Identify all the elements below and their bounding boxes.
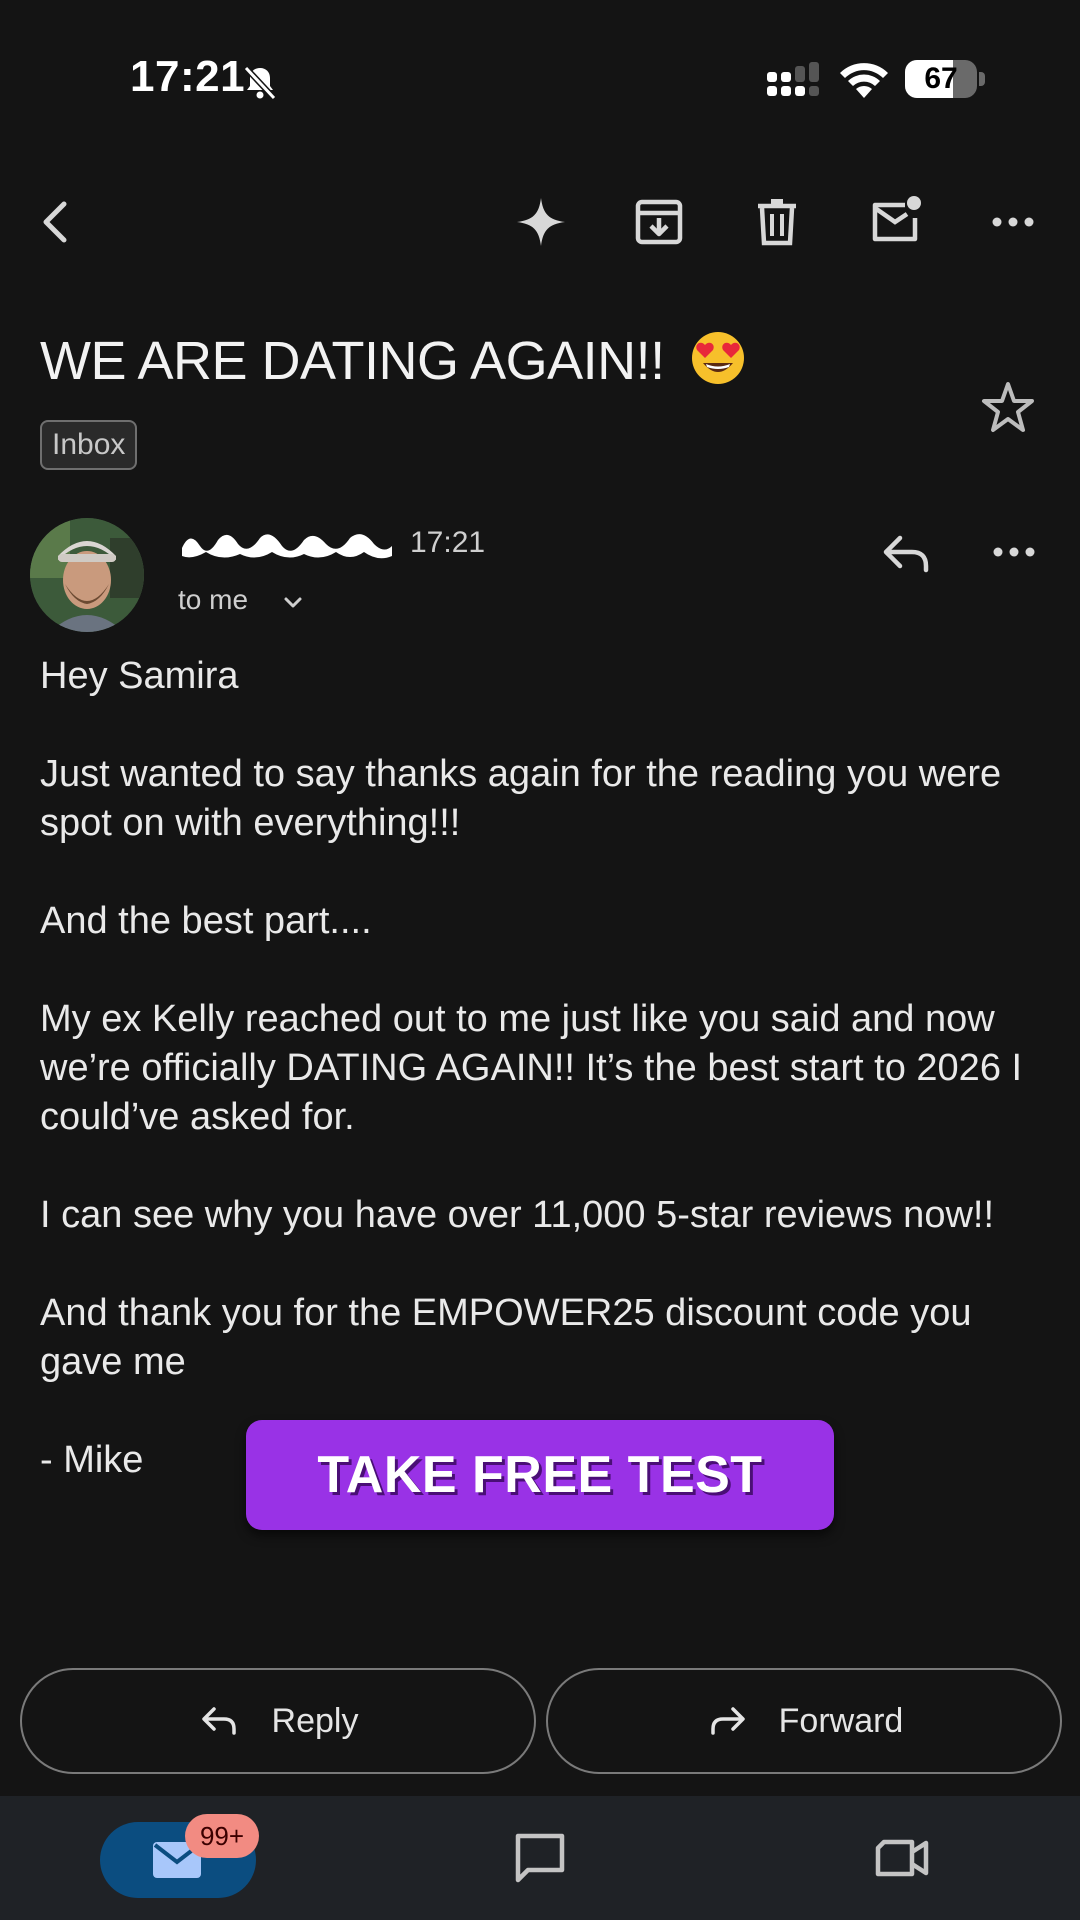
body-paragraph: And the best part.... bbox=[40, 900, 372, 942]
reply-label: Reply bbox=[271, 1701, 359, 1740]
delete-icon[interactable] bbox=[747, 192, 807, 252]
more-icon[interactable] bbox=[984, 522, 1044, 582]
back-arrow-icon[interactable] bbox=[26, 192, 86, 252]
body-paragraph: My ex Kelly reached out to me just like … bbox=[40, 998, 1033, 1138]
email-body: Hey Samira Just wanted to say thanks aga… bbox=[40, 652, 1050, 1534]
body-paragraph: Hey Samira bbox=[40, 655, 239, 697]
recipient-label[interactable]: to me bbox=[178, 584, 248, 616]
battery-indicator: 67 bbox=[905, 60, 985, 98]
bell-off-icon bbox=[243, 65, 277, 101]
email-toolbar bbox=[0, 180, 1080, 264]
take-free-test-button[interactable]: TAKE FREE TEST bbox=[246, 1420, 834, 1530]
heart-eyes-emoji-icon bbox=[692, 332, 745, 384]
forward-icon bbox=[710, 1707, 745, 1735]
reply-button[interactable]: Reply bbox=[20, 1668, 536, 1774]
wifi-icon bbox=[840, 63, 888, 98]
mark-unread-icon[interactable] bbox=[865, 192, 925, 252]
status-time: 17:21 bbox=[130, 52, 246, 101]
body-paragraph: Just wanted to say thanks again for the … bbox=[40, 753, 1012, 844]
subject-text: WE ARE DATING AGAIN!! bbox=[40, 331, 665, 391]
reply-icon bbox=[201, 1707, 236, 1735]
email-subject: WE ARE DATING AGAIN!! bbox=[40, 330, 745, 392]
avatar[interactable] bbox=[30, 518, 144, 632]
video-camera-icon bbox=[875, 1839, 929, 1877]
nav-meet-tab[interactable] bbox=[872, 1828, 932, 1888]
cta-label: TAKE FREE TEST bbox=[317, 1446, 763, 1504]
forward-button[interactable]: Forward bbox=[546, 1668, 1062, 1774]
archive-icon[interactable] bbox=[629, 192, 689, 252]
inbox-label-chip[interactable]: Inbox bbox=[40, 420, 138, 470]
star-icon[interactable] bbox=[978, 378, 1038, 438]
chat-icon bbox=[515, 1833, 565, 1883]
reply-icon[interactable] bbox=[876, 522, 936, 582]
battery-level: 67 bbox=[924, 62, 958, 95]
chevron-down-icon[interactable] bbox=[278, 588, 308, 618]
forward-label: Forward bbox=[778, 1701, 904, 1740]
signal-icon bbox=[767, 62, 819, 96]
status-bar: 17:21 67 bbox=[0, 0, 1080, 160]
nav-chat-tab[interactable] bbox=[510, 1828, 570, 1888]
bottom-navigation: 99+ bbox=[0, 1796, 1080, 1920]
more-icon[interactable] bbox=[983, 192, 1043, 252]
body-paragraph: I can see why you have over 11,000 5-sta… bbox=[40, 1194, 995, 1236]
sender-time: 17:21 bbox=[410, 526, 486, 559]
gemini-sparkle-icon[interactable] bbox=[511, 192, 571, 252]
unread-count-badge: 99+ bbox=[185, 1814, 259, 1858]
sender-name-redacted[interactable] bbox=[178, 522, 396, 562]
body-paragraph: And thank you for the EMPOWER25 discount… bbox=[40, 1292, 983, 1383]
